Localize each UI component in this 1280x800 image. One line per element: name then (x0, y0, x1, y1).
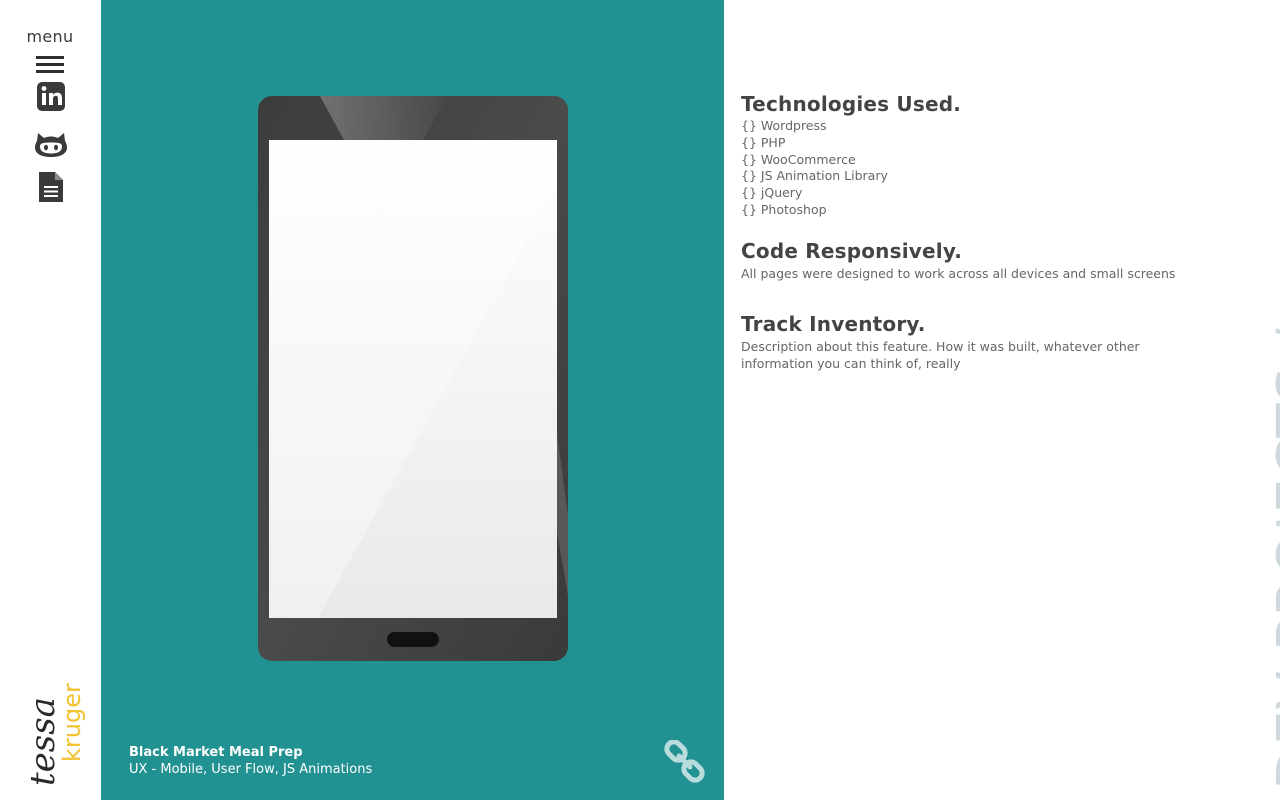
inventory-text: Description about this feature. How it w… (741, 338, 1140, 371)
list-item: {} JS Animation Library (741, 168, 888, 184)
sidebar: menu kruger tessa (0, 0, 101, 800)
list-item: {} PHP (741, 134, 786, 150)
technologies-heading: Technologies Used. (741, 92, 962, 116)
inventory-heading: Track Inventory. (741, 311, 926, 336)
menu-label[interactable]: menu (0, 27, 100, 46)
list-item: {} jQuery (741, 185, 803, 201)
link-icon[interactable] (663, 740, 707, 784)
responsive-text: All pages were designed to work across a… (741, 265, 1176, 281)
technologies-section: Technologies Used. {} Wordpress {} PHP {… (741, 90, 1201, 219)
page-title: DEV PROJECTS / (1266, 327, 1280, 790)
project-panel: Black Market Meal Prep UX - Mobile, User… (101, 0, 724, 800)
list-item: {} Photoshop (741, 201, 827, 217)
logo[interactable]: kruger tessa (14, 660, 94, 790)
responsive-section: Code Responsively. All pages were design… (741, 237, 1201, 282)
hamburger-icon[interactable] (36, 56, 64, 74)
responsive-heading: Code Responsively. (741, 238, 963, 263)
technologies-list: {} Wordpress {} PHP {} WooCommerce {} JS… (741, 118, 1201, 219)
document-icon[interactable] (34, 170, 68, 204)
github-icon[interactable] (34, 127, 68, 161)
list-item: {} WooCommerce (741, 151, 856, 167)
logo-first-name: tessa (23, 697, 63, 786)
project-details: Technologies Used. {} Wordpress {} PHP {… (741, 90, 1201, 390)
project-subtitle: UX - Mobile, User Flow, JS Animations (129, 762, 373, 777)
phone-mockup (258, 96, 568, 661)
linkedin-icon[interactable] (34, 80, 68, 114)
inventory-section: Track Inventory. Description about this … (741, 310, 1201, 372)
project-title: Black Market Meal Prep (129, 745, 303, 760)
list-item: {} Wordpress (741, 118, 827, 133)
